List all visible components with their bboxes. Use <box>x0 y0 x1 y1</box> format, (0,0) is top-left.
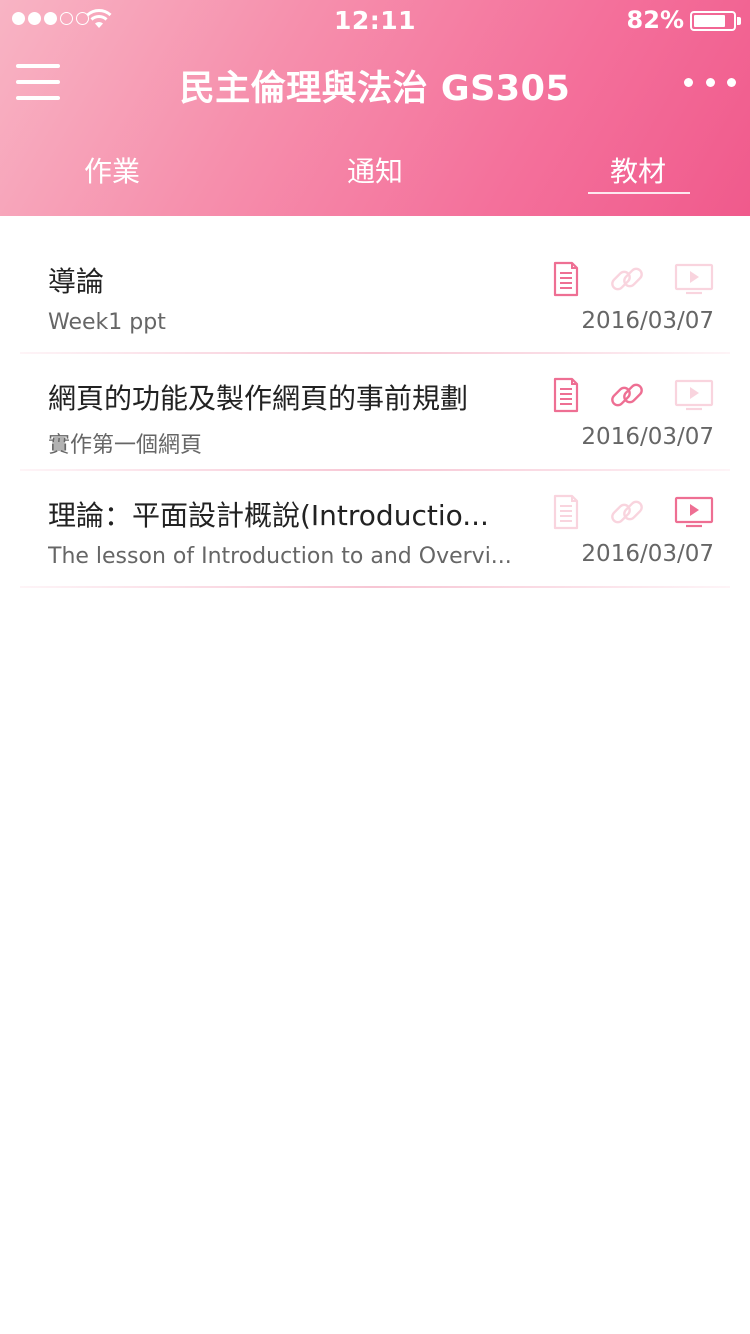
material-date: 2016/03/07 <box>581 424 714 450</box>
page-title: 民主倫理與法治 GS305 <box>179 69 571 109</box>
material-subtitle: Week1 ppt <box>48 310 166 335</box>
row-divider <box>20 586 730 588</box>
tab-materials[interactable]: 教材 <box>538 150 738 190</box>
list-item[interactable]: 導論 Week1 ppt 2016/03/07 <box>0 216 750 354</box>
link-icon[interactable] <box>608 376 646 414</box>
app-header: 12:11 82% 民主倫理與法治 GS305 作業 通知 教材 <box>0 0 750 216</box>
video-icon[interactable] <box>674 262 714 296</box>
materials-list: 導論 Week1 ppt 2016/03/07 網頁的功能及製作網頁的事前規劃 … <box>0 216 750 588</box>
tab-notifications[interactable]: 通知 <box>275 150 475 190</box>
material-date: 2016/03/07 <box>581 541 714 567</box>
document-icon[interactable] <box>552 261 580 297</box>
document-icon[interactable] <box>552 494 580 530</box>
more-dots-icon[interactable] <box>684 74 736 90</box>
material-date: 2016/03/07 <box>581 308 714 334</box>
battery-icon <box>690 11 736 31</box>
material-title: 網頁的功能及製作網頁的事前規劃 <box>48 382 469 415</box>
list-item[interactable]: 理論：平面設計概說(Introductio... The lesson of I… <box>0 471 750 588</box>
material-subtitle: The lesson of Introduction to and Overvi… <box>48 544 512 569</box>
link-icon[interactable] <box>608 260 646 298</box>
document-icon[interactable] <box>552 377 580 413</box>
video-icon[interactable] <box>674 378 714 412</box>
battery-percent: 82% <box>626 6 684 34</box>
video-icon[interactable] <box>674 495 714 529</box>
material-title: 理論：平面設計概說(Introductio... <box>48 499 489 532</box>
material-subtitle: 實作第一個網頁 <box>48 433 203 458</box>
material-title: 導論 <box>48 265 105 298</box>
tab-assignments[interactable]: 作業 <box>12 150 212 190</box>
link-icon[interactable] <box>608 493 646 531</box>
list-item[interactable]: 網頁的功能及製作網頁的事前規劃 實作第一個網頁 2016/03/07 <box>0 354 750 471</box>
selected-tab-indicator <box>588 192 690 194</box>
status-bar: 12:11 82% <box>0 0 750 40</box>
